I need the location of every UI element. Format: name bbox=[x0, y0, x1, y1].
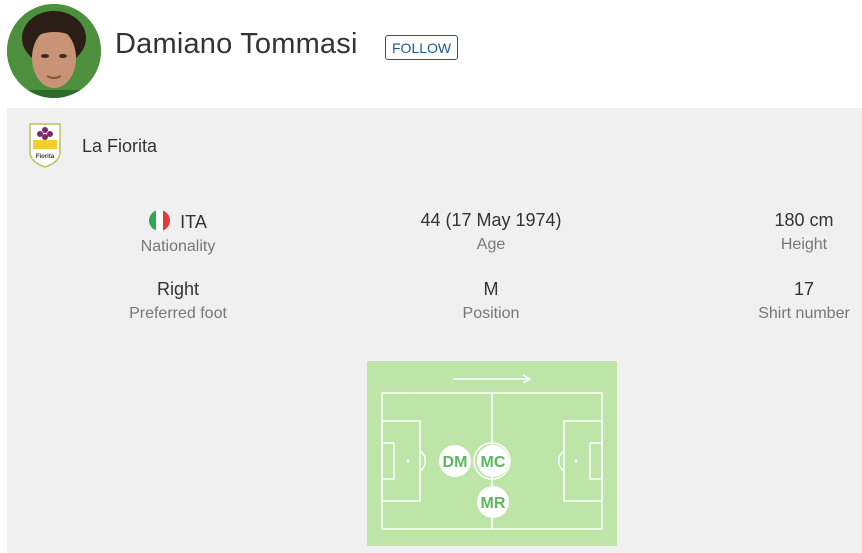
position-marker-mc: MC bbox=[477, 445, 509, 477]
nationality-value: ITA bbox=[180, 212, 207, 232]
club-logo[interactable]: Fiorita bbox=[27, 122, 63, 168]
preferred-foot-value: Right bbox=[156, 279, 200, 299]
preferred-foot-field: Right Preferred foot bbox=[83, 279, 273, 323]
player-info-card: Fiorita La Fiorita ITA Nationality 44 (1… bbox=[7, 108, 862, 553]
player-header: Damiano Tommasi FOLLOW bbox=[0, 0, 862, 108]
player-name: Damiano Tommasi bbox=[115, 28, 358, 60]
position-label: Position bbox=[462, 305, 520, 322]
position-field: M Position bbox=[396, 279, 586, 323]
shirt-number-label: Shirt number bbox=[758, 305, 850, 322]
player-avatar bbox=[7, 4, 101, 98]
club-logo-text: Fiorita bbox=[36, 154, 55, 160]
age-value: 44 (17 May 1974) bbox=[420, 210, 562, 230]
nationality-field: ITA Nationality bbox=[83, 210, 273, 256]
position-value: M bbox=[483, 279, 499, 299]
age-field: 44 (17 May 1974) Age bbox=[396, 210, 586, 254]
height-field: 180 cm Height bbox=[709, 210, 862, 254]
height-label: Height bbox=[780, 236, 828, 253]
position-marker-dm: DM bbox=[439, 445, 471, 477]
position-pitch: DM MC MR bbox=[367, 361, 617, 546]
nationality-label: Nationality bbox=[140, 238, 216, 255]
height-value: 180 cm bbox=[774, 210, 834, 230]
shirt-number-value: 17 bbox=[793, 279, 815, 299]
shirt-number-field: 17 Shirt number bbox=[709, 279, 862, 323]
follow-button[interactable]: FOLLOW bbox=[385, 35, 459, 60]
club-name[interactable]: La Fiorita bbox=[82, 136, 157, 157]
svg-text:DM: DM bbox=[443, 454, 468, 471]
position-marker-mr: MR bbox=[477, 486, 509, 518]
svg-text:MC: MC bbox=[481, 454, 506, 471]
svg-text:MR: MR bbox=[481, 495, 506, 512]
preferred-foot-label: Preferred foot bbox=[129, 305, 227, 322]
age-label: Age bbox=[476, 236, 506, 253]
italy-flag-icon bbox=[149, 210, 171, 231]
